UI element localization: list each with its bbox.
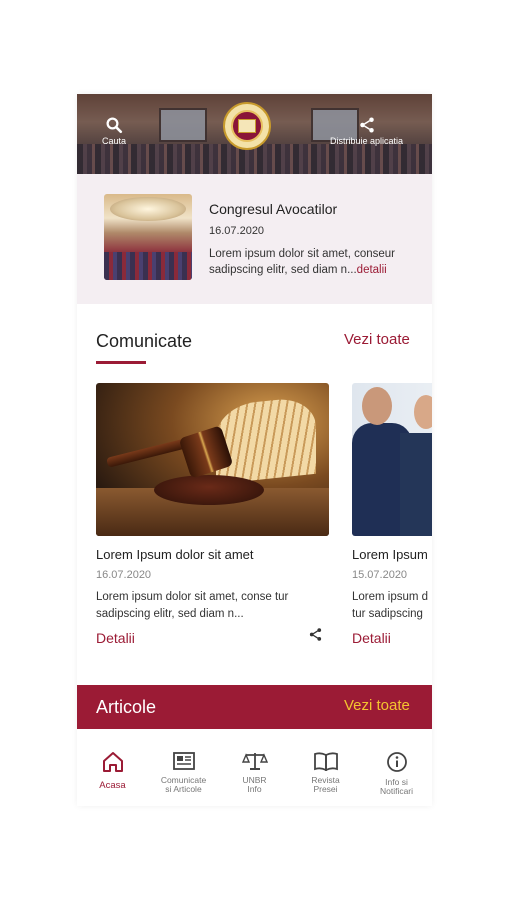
book-icon xyxy=(313,752,338,771)
nav-item-unbr-info[interactable]: UNBR Info xyxy=(219,729,290,806)
news-card[interactable]: Lorem Ipsum dolor sit amet 16.07.2020 Lo… xyxy=(96,383,329,646)
unbr-logo xyxy=(223,102,271,150)
app-screen: Cauta Distribuie aplicatia Congresul Avo… xyxy=(77,94,432,806)
featured-news[interactable] xyxy=(77,174,432,304)
featured-excerpt: Lorem ipsum dolor sit amet, conseur sadi… xyxy=(209,248,395,276)
nav-item-comunicate-articole[interactable]: Comunicate si Articole xyxy=(148,729,219,806)
header-banner: Cauta Distribuie aplicatia xyxy=(77,94,432,174)
card-details-link[interactable]: Detalii xyxy=(96,630,329,646)
comunicate-see-all-link[interactable]: Vezi toate xyxy=(344,331,410,348)
nav-label: UNBR Info xyxy=(242,775,267,794)
search-label: Cauta xyxy=(102,136,127,146)
featured-details-link[interactable]: detalii xyxy=(357,264,387,276)
news-icon xyxy=(172,752,195,770)
share-app-button[interactable]: Distribuie aplicatia xyxy=(330,116,403,146)
card-image xyxy=(352,383,432,536)
nav-item-info-notificari[interactable]: Info si Notificari xyxy=(361,729,432,806)
section-title-articole: Articole xyxy=(96,697,157,717)
info-icon xyxy=(386,752,407,772)
featured-image xyxy=(104,194,192,280)
section-title-comunicate: Comunicate xyxy=(96,331,193,351)
nav-label: Comunicate si Articole xyxy=(160,775,207,794)
section-underline xyxy=(96,361,146,364)
nav-item-acasa[interactable]: Acasa xyxy=(77,729,148,806)
card-date: 15.07.2020 xyxy=(352,569,408,581)
card-title: Lorem Ipsum dolor sit amet xyxy=(96,547,254,562)
bottom-navigation: Acasa Comunicate si Articole UNBR Info R… xyxy=(77,729,432,806)
nav-item-revista-presei[interactable]: Revista Presei xyxy=(290,729,361,806)
share-label: Distribuie aplicatia xyxy=(330,136,404,146)
featured-title: Congresul Avocatilor xyxy=(209,201,338,217)
nav-label: Info si Notificari xyxy=(379,777,414,796)
card-excerpt: Lorem ipsum d tur sadipscing xyxy=(352,591,429,620)
share-icon xyxy=(359,117,374,133)
nav-label: Acasa xyxy=(99,780,126,791)
articole-see-all-link[interactable]: Vezi toate xyxy=(344,697,410,714)
articole-section-header: Articole Vezi toate xyxy=(77,685,432,729)
card-image xyxy=(96,383,329,536)
scales-icon xyxy=(241,753,268,770)
card-excerpt: Lorem ipsum dolor sit amet, conse tur sa… xyxy=(96,591,289,620)
featured-date: 16.07.2020 xyxy=(209,225,265,237)
card-details-link[interactable]: Detalii xyxy=(352,630,432,646)
card-title: Lorem Ipsum xyxy=(352,547,428,562)
home-icon xyxy=(102,752,123,772)
search-button[interactable]: Cauta xyxy=(102,116,126,146)
nav-label: Revista Presei xyxy=(311,775,340,794)
card-date: 16.07.2020 xyxy=(96,569,152,581)
news-card[interactable]: Lorem Ipsum 15.07.2020 Lorem ipsum d tur… xyxy=(352,383,432,646)
search-icon xyxy=(106,117,123,134)
share-icon[interactable] xyxy=(308,627,323,642)
